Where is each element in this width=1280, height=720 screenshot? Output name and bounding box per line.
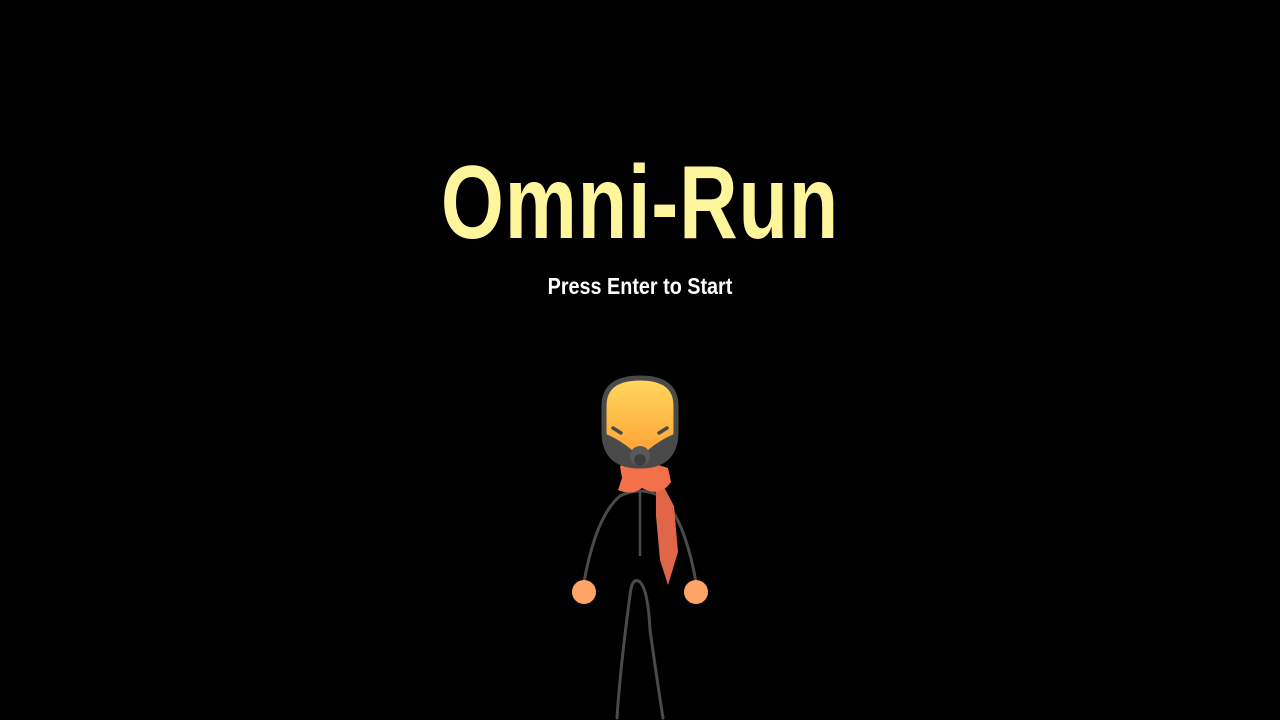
game-title: Omni-Run (440, 145, 840, 261)
right-hand (684, 580, 708, 604)
start-prompt: Press Enter to Start (547, 273, 733, 299)
left-hand (572, 580, 596, 604)
player-character-icon (572, 375, 708, 720)
legs (615, 579, 665, 720)
mask-filter-center (634, 454, 646, 466)
title-screen[interactable]: Omni-Run Press Enter to Start (0, 0, 1280, 720)
